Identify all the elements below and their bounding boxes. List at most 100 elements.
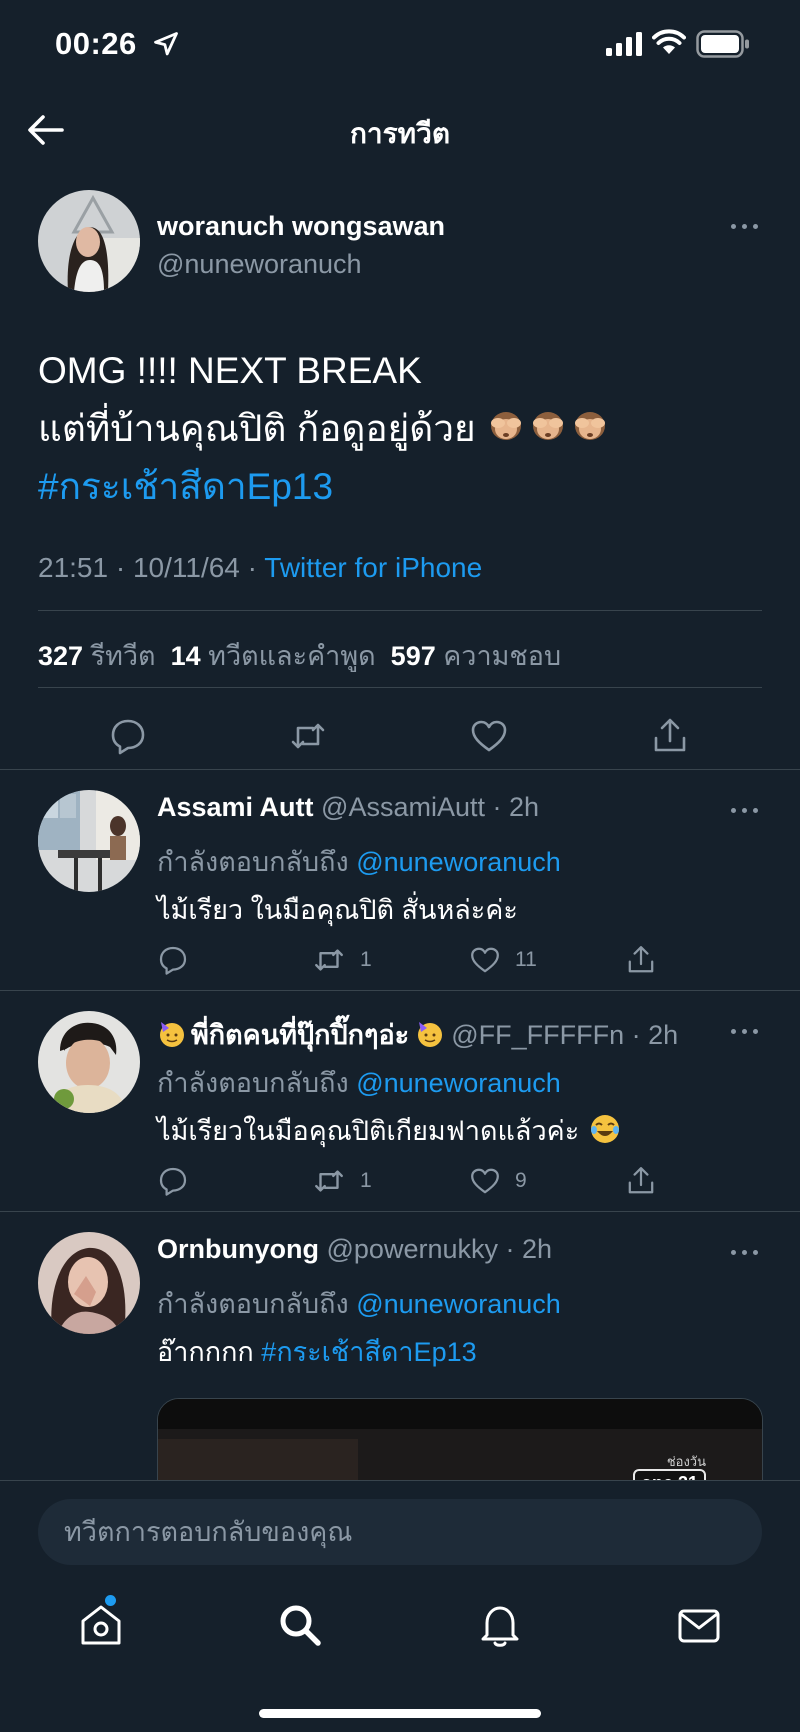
reply-header: Ornbunyong @powernukky · 2h	[157, 1234, 553, 1264]
divider	[0, 990, 800, 991]
tweet-text: OMG !!!! NEXT BREAK แต่ที่บ้านคุณปิติ ก้…	[38, 342, 778, 460]
like-count: 11	[515, 948, 537, 971]
retweet-count: 1	[360, 1169, 372, 1192]
hashtag-link[interactable]: #กระเช้าสีดาEp13	[261, 1337, 476, 1367]
likes-stat[interactable]: 597 ความชอบ	[391, 641, 561, 671]
reply-button[interactable]	[157, 942, 189, 978]
like-heart-icon	[471, 947, 499, 973]
battery-icon	[696, 30, 749, 58]
reply-text: ไม้เรียวในมือคุณปิติเกียมฟาดแล้วค่ะ	[157, 1109, 621, 1152]
share-icon	[628, 1167, 654, 1194]
reply-action-bar: 1 11	[157, 942, 777, 982]
replying-to: กำลังตอบกลับถึง @nuneworanuch	[157, 847, 561, 877]
location-arrow-icon	[154, 32, 178, 56]
retweet-icon	[315, 949, 343, 971]
see-no-evil-monkey-emoji	[530, 402, 566, 460]
tab-home[interactable]	[75, 1595, 127, 1651]
retweets-stat[interactable]: 327 รีทวีต	[38, 641, 156, 671]
avatar[interactable]	[38, 1011, 140, 1113]
reply-author-name[interactable]: Ornbunyong	[157, 1234, 319, 1264]
divider	[0, 769, 800, 770]
search-icon	[280, 1605, 321, 1646]
replying-to: กำลังตอบกลับถึง @nuneworanuch	[157, 1068, 561, 1098]
reply-text: ไม้เรียว ในมือคุณปิติ สั่นหล่ะค่ะ	[157, 895, 518, 925]
tab-messages[interactable]	[673, 1599, 725, 1651]
author-handle[interactable]: @nuneworanuch	[157, 249, 362, 280]
retweet-button[interactable]: 1	[312, 942, 372, 978]
avatar[interactable]	[38, 790, 140, 892]
like-heart-icon	[471, 1168, 499, 1194]
share-button[interactable]	[625, 942, 657, 978]
bell-icon	[481, 1606, 519, 1647]
reply-action-bar: 1 9	[157, 1163, 777, 1203]
tweet-source-link[interactable]: Twitter for iPhone	[264, 552, 482, 583]
tweet-meta: 21:51 · 10/11/64 · Twitter for iPhone	[38, 552, 483, 583]
retweet-icon	[315, 1170, 343, 1192]
avatar[interactable]	[38, 190, 140, 292]
reply-author-handle[interactable]: @FF_FFFFFn	[451, 1020, 624, 1050]
tweet-text-line1: OMG !!!! NEXT BREAK	[38, 350, 422, 391]
divider	[38, 687, 762, 688]
reply-compose-input[interactable]	[38, 1499, 762, 1565]
like-heart-icon[interactable]	[469, 716, 509, 756]
tab-notifications[interactable]	[474, 1599, 526, 1651]
like-button[interactable]: 11	[469, 942, 537, 978]
new-content-indicator	[105, 1595, 116, 1606]
tweet-action-bar	[0, 708, 800, 764]
more-options-icon[interactable]	[729, 800, 763, 820]
hashtag-link[interactable]: #กระเช้าสีดาEp13	[38, 458, 333, 516]
replying-to: กำลังตอบกลับถึง @nuneworanuch	[157, 1289, 561, 1319]
divider	[38, 610, 762, 611]
reply-text: อ๊ากกกก #กระเช้าสีดาEp13	[157, 1337, 477, 1367]
reply-author-handle[interactable]: @powernukky	[327, 1234, 498, 1264]
retweet-icon[interactable]	[288, 716, 328, 756]
home-icon	[81, 1605, 121, 1645]
reply-time: 2h	[509, 792, 540, 822]
wifi-icon	[652, 29, 686, 54]
status-time: 00:26	[55, 26, 137, 61]
mention-link[interactable]: @nuneworanuch	[356, 1068, 561, 1098]
more-options-icon[interactable]	[729, 1021, 763, 1041]
reply-icon	[159, 1167, 187, 1196]
home-indicator	[259, 1709, 541, 1718]
mention-link[interactable]: @nuneworanuch	[356, 847, 561, 877]
see-no-evil-monkey-emoji	[572, 402, 608, 460]
like-count: 9	[515, 1169, 527, 1192]
reply-icon[interactable]	[108, 716, 148, 756]
tweet-text-line2: แต่ที่บ้านคุณปิติ ก้อดูอยู่ด้วย	[38, 408, 476, 449]
tweet-stats: 327 รีทวีต 14 ทวีตและคำพูด 597 ความชอบ	[38, 634, 561, 677]
reply-icon	[159, 946, 187, 975]
page-title: การทวีต	[349, 118, 451, 149]
cellular-signal-icon	[606, 32, 642, 56]
author-name[interactable]: woranuch wongsawan	[157, 211, 445, 242]
reply-time: 2h	[521, 1234, 553, 1264]
divider	[0, 1211, 800, 1212]
reply-author-handle[interactable]: @AssamiAutt	[321, 792, 485, 822]
retweet-button[interactable]: 1	[312, 1163, 372, 1199]
status-bar: 00:26	[0, 0, 800, 92]
reply-time: 2h	[648, 1020, 679, 1050]
share-icon	[628, 946, 654, 973]
more-options-icon[interactable]	[729, 216, 763, 236]
mention-link[interactable]: @nuneworanuch	[356, 1289, 561, 1319]
reply-author-name[interactable]: Assami Autt	[157, 792, 314, 822]
see-no-evil-monkey-emoji	[488, 402, 524, 460]
quotes-stat[interactable]: 14 ทวีตและคำพูด	[171, 641, 376, 671]
retweet-count: 1	[360, 948, 372, 971]
tweet-time: 21:51	[38, 552, 109, 583]
partying-face-emoji	[157, 1018, 187, 1055]
reply-header: Assami Autt @AssamiAutt · 2h	[157, 792, 540, 822]
tears-of-joy-emoji	[589, 1113, 621, 1152]
tab-search[interactable]	[274, 1599, 326, 1651]
bottom-bar	[0, 1480, 800, 1732]
reply-button[interactable]	[157, 1163, 189, 1199]
share-button[interactable]	[625, 1163, 657, 1199]
more-options-icon[interactable]	[729, 1242, 763, 1262]
reply-header: พี่กิตคนที่ปุ๊กปิ๊กๆอ่ะ @FF_FFFFFn · 2h	[157, 1013, 678, 1056]
reply-author-name[interactable]: พี่กิตคนที่ปุ๊กปิ๊กๆอ่ะ	[191, 1020, 409, 1050]
partying-face-emoji	[415, 1018, 445, 1055]
share-icon[interactable]	[650, 716, 690, 756]
like-button[interactable]: 9	[469, 1163, 527, 1199]
tweet-date: 10/11/64	[132, 552, 240, 583]
avatar[interactable]	[38, 1232, 140, 1334]
